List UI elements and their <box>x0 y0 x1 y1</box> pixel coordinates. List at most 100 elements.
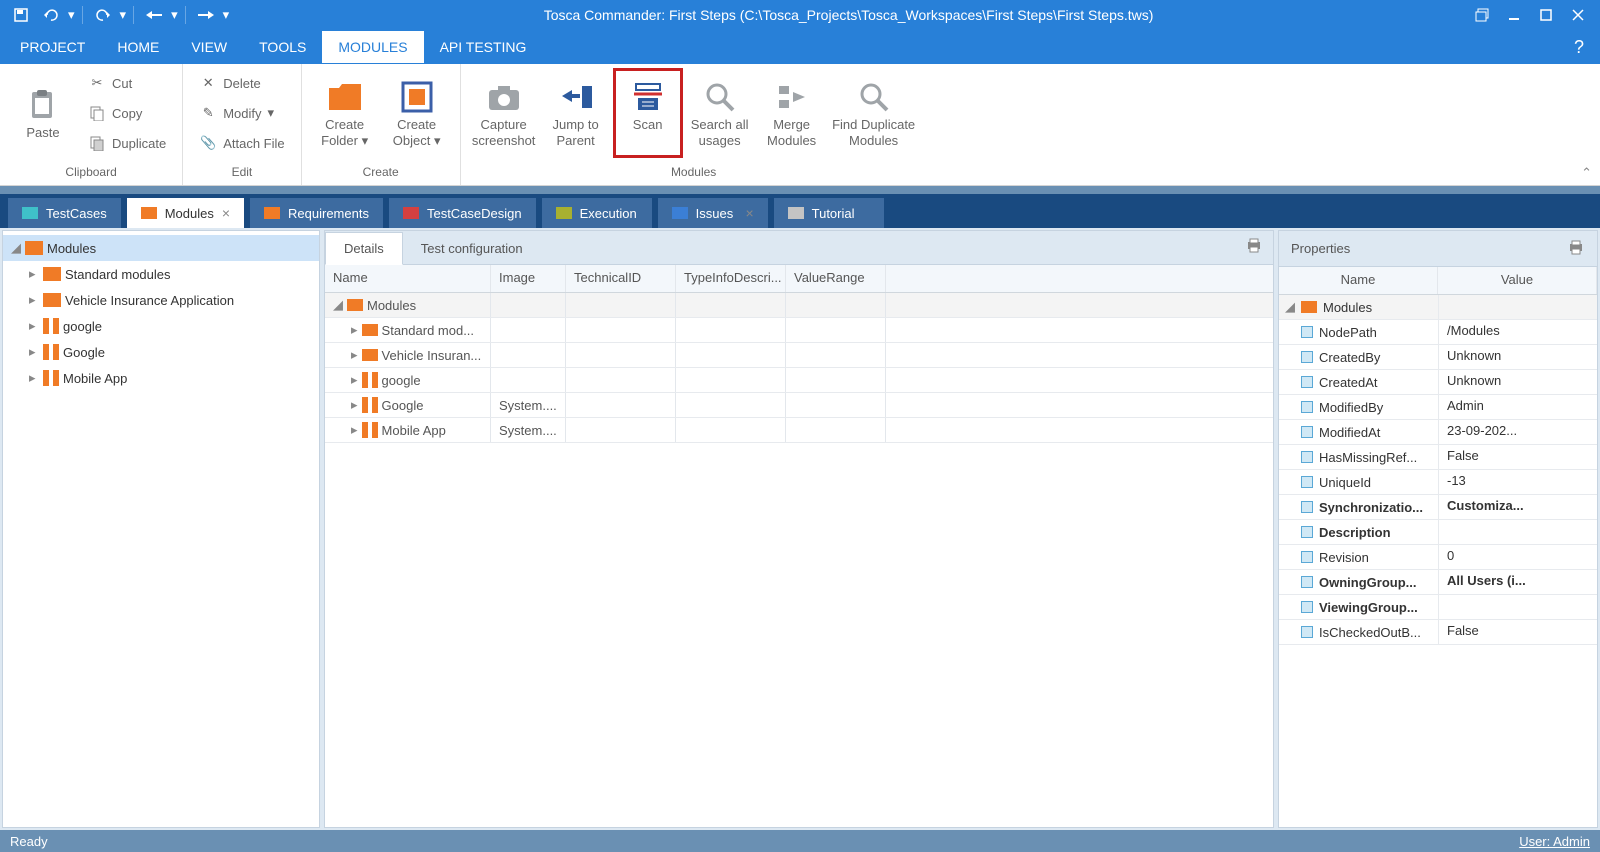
delete-icon: ✕ <box>199 74 217 92</box>
tree-item[interactable]: ▸Google <box>3 339 319 365</box>
property-row[interactable]: NodePath/Modules <box>1279 320 1597 345</box>
module-icon <box>43 344 59 360</box>
delete-button[interactable]: ✕Delete <box>195 70 288 96</box>
merge-modules-button[interactable]: Merge Modules <box>757 68 827 158</box>
tab-execution[interactable]: Execution <box>542 198 652 228</box>
paperclip-icon: 📎 <box>199 134 217 152</box>
folder-icon <box>141 207 157 219</box>
forward-icon[interactable] <box>193 3 219 27</box>
close-tab-icon[interactable]: × <box>745 205 753 221</box>
redo-icon[interactable] <box>90 3 116 27</box>
property-row[interactable]: CreatedAtUnknown <box>1279 370 1597 395</box>
property-icon <box>1301 401 1313 413</box>
maximize-icon[interactable] <box>1534 3 1558 27</box>
table-row[interactable]: ◢Modules <box>325 293 1273 318</box>
jump-to-parent-button[interactable]: Jump to Parent <box>541 68 611 158</box>
camera-icon <box>484 77 524 117</box>
scan-icon <box>628 77 668 117</box>
undo-icon[interactable] <box>38 3 64 27</box>
tab-details[interactable]: Details <box>325 232 403 265</box>
tab-requirements[interactable]: Requirements <box>250 198 383 228</box>
menu-tools[interactable]: TOOLS <box>243 31 322 63</box>
property-icon <box>1301 426 1313 438</box>
ribbon: Paste ✂Cut Copy Duplicate Clipboard ✕Del… <box>0 64 1600 186</box>
grid-column-header[interactable]: Image <box>491 265 566 292</box>
status-user[interactable]: User: Admin <box>1519 834 1590 849</box>
tab-testcasedesign[interactable]: TestCaseDesign <box>389 198 536 228</box>
menu-home[interactable]: HOME <box>101 31 175 63</box>
print-icon[interactable] <box>1567 239 1585 258</box>
property-row[interactable]: HasMissingRef...False <box>1279 445 1597 470</box>
object-icon <box>397 77 437 117</box>
print-icon[interactable] <box>1245 237 1263 256</box>
tree-item[interactable]: ▸Vehicle Insurance Application <box>3 287 319 313</box>
create-group-label: Create <box>310 163 452 181</box>
menu-view[interactable]: VIEW <box>175 31 243 63</box>
help-icon[interactable]: ? <box>1562 37 1596 58</box>
paste-label: Paste <box>26 125 59 141</box>
grid-column-header[interactable]: Name <box>325 265 491 292</box>
property-icon <box>1301 576 1313 588</box>
tree-item[interactable]: ▸Mobile App <box>3 365 319 391</box>
table-row[interactable]: ▸Mobile AppSystem.... <box>325 418 1273 443</box>
duplicate-icon <box>88 134 106 152</box>
find-duplicate-button[interactable]: Find Duplicate Modules <box>829 68 919 158</box>
restore-window-icon[interactable] <box>1470 3 1494 27</box>
tree-item[interactable]: ▸google <box>3 313 319 339</box>
tab-issues[interactable]: Issues× <box>658 198 768 228</box>
property-row[interactable]: IsCheckedOutB...False <box>1279 620 1597 645</box>
folder-icon <box>325 77 365 117</box>
copy-button[interactable]: Copy <box>84 100 170 126</box>
duplicate-button[interactable]: Duplicate <box>84 130 170 156</box>
search-usages-button[interactable]: Search all usages <box>685 68 755 158</box>
modify-button[interactable]: ✎Modify ▾ <box>195 100 288 126</box>
save-icon[interactable] <box>8 3 34 27</box>
capture-screenshot-button[interactable]: Capture screenshot <box>469 68 539 158</box>
folder-icon <box>347 299 363 311</box>
scan-button[interactable]: Scan <box>613 68 683 158</box>
clipboard-group-label: Clipboard <box>8 163 174 181</box>
menu-project[interactable]: PROJECT <box>4 31 101 63</box>
tab-tutorial[interactable]: Tutorial <box>774 198 884 228</box>
table-row[interactable]: ▸google <box>325 368 1273 393</box>
property-icon <box>1301 601 1313 613</box>
properties-title: Properties <box>1291 241 1350 256</box>
tree-root[interactable]: ◢Modules <box>3 235 319 261</box>
grid-column-header[interactable]: TypeInfoDescri... <box>676 265 786 292</box>
tab-testcases[interactable]: TestCases <box>8 198 121 228</box>
property-row[interactable]: UniqueId-13 <box>1279 470 1597 495</box>
property-row[interactable]: ViewingGroup... <box>1279 595 1597 620</box>
table-row[interactable]: ▸Standard mod... <box>325 318 1273 343</box>
grid-column-header[interactable]: TechnicalID <box>566 265 676 292</box>
property-row[interactable]: ModifiedByAdmin <box>1279 395 1597 420</box>
back-icon[interactable] <box>141 3 167 27</box>
tree-item[interactable]: ▸Standard modules <box>3 261 319 287</box>
property-root[interactable]: ◢Modules <box>1279 295 1597 320</box>
table-row[interactable]: ▸GoogleSystem.... <box>325 393 1273 418</box>
tab-test-configuration[interactable]: Test configuration <box>403 233 541 264</box>
create-folder-button[interactable]: Create Folder ▾ <box>310 68 380 158</box>
scissors-icon: ✂ <box>88 74 106 92</box>
cut-button[interactable]: ✂Cut <box>84 70 170 96</box>
property-row[interactable]: ModifiedAt23-09-202... <box>1279 420 1597 445</box>
collapse-ribbon-icon[interactable]: ⌃ <box>1581 165 1592 181</box>
create-object-button[interactable]: Create Object ▾ <box>382 68 452 158</box>
titlebar: ▾ ▾ ▾ ▾ Tosca Commander: First Steps (C:… <box>0 0 1600 30</box>
minimize-icon[interactable] <box>1502 3 1526 27</box>
property-row[interactable]: Synchronizatio...Customiza... <box>1279 495 1597 520</box>
menu-api-testing[interactable]: API TESTING <box>424 31 543 63</box>
attach-file-button[interactable]: 📎Attach File <box>195 130 288 156</box>
menubar: PROJECTHOMEVIEWTOOLSMODULESAPI TESTING? <box>0 30 1600 64</box>
close-tab-icon[interactable]: × <box>222 205 230 221</box>
paste-button[interactable]: Paste <box>8 68 78 158</box>
property-row[interactable]: OwningGroup...All Users (i... <box>1279 570 1597 595</box>
property-icon <box>1301 626 1313 638</box>
grid-column-header[interactable]: ValueRange <box>786 265 886 292</box>
property-row[interactable]: Description <box>1279 520 1597 545</box>
close-icon[interactable] <box>1566 3 1590 27</box>
property-row[interactable]: CreatedByUnknown <box>1279 345 1597 370</box>
tab-modules[interactable]: Modules× <box>127 198 244 228</box>
property-row[interactable]: Revision0 <box>1279 545 1597 570</box>
menu-modules[interactable]: MODULES <box>322 31 423 63</box>
table-row[interactable]: ▸Vehicle Insuran... <box>325 343 1273 368</box>
